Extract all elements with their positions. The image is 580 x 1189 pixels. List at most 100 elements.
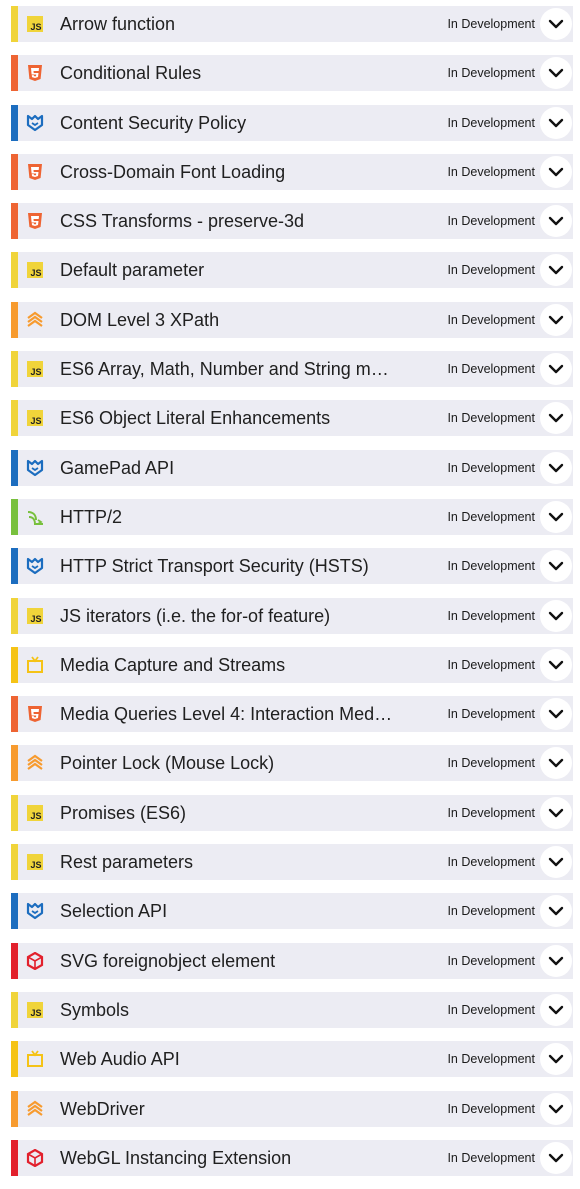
security-icon — [25, 458, 45, 478]
feature-row[interactable]: Conditional Rules In Development — [11, 55, 573, 92]
expand-chevron-icon[interactable] — [540, 895, 572, 928]
feature-row[interactable]: WebGL Instancing Extension In Development — [11, 1139, 573, 1176]
category-stripe — [11, 991, 18, 1028]
category-stripe — [11, 498, 18, 535]
expand-chevron-icon[interactable] — [540, 1043, 572, 1076]
expand-chevron-icon[interactable] — [540, 993, 572, 1026]
status-label: In Development — [447, 1101, 535, 1116]
status-label: In Development — [447, 904, 535, 919]
feature-row[interactable]: JS ES6 Array, Math, Number and String m… I… — [11, 351, 573, 388]
status-label: In Development — [447, 707, 535, 722]
expand-chevron-icon[interactable] — [540, 747, 572, 780]
category-stripe — [11, 153, 18, 190]
svg-text:JS: JS — [30, 1008, 41, 1018]
expand-chevron-icon[interactable] — [540, 57, 572, 90]
feature-row[interactable]: Cross-Domain Font Loading In Development — [11, 153, 573, 190]
feature-name: GamePad API — [60, 457, 175, 478]
expand-chevron-icon[interactable] — [540, 1141, 572, 1174]
expand-chevron-icon[interactable] — [540, 205, 572, 238]
media-icon — [25, 655, 45, 675]
expand-chevron-icon[interactable] — [540, 648, 572, 681]
category-stripe — [11, 449, 18, 486]
feature-row[interactable]: JS Arrow function In Development — [11, 6, 573, 42]
expand-chevron-icon[interactable] — [540, 599, 572, 632]
expand-chevron-icon[interactable] — [540, 1092, 572, 1125]
css3-icon — [25, 211, 45, 231]
feature-name: Default parameter — [60, 260, 205, 281]
feature-row[interactable]: Media Capture and Streams In Development — [11, 646, 573, 683]
feature-row[interactable]: HTTP/2 In Development — [11, 498, 573, 535]
feature-name: HTTP Strict Transport Security (HSTS) — [60, 556, 369, 577]
feature-name: SVG foreignobject element — [60, 950, 276, 971]
feature-row[interactable]: Pointer Lock (Mouse Lock) In Development — [11, 745, 573, 782]
security-icon — [25, 556, 45, 576]
expand-chevron-icon[interactable] — [540, 944, 572, 977]
layers-icon — [25, 1099, 45, 1119]
expand-chevron-icon[interactable] — [540, 303, 572, 336]
js-icon: JS — [25, 803, 45, 823]
feature-name: JS iterators (i.e. the for-of feature) — [60, 605, 331, 626]
expand-chevron-icon[interactable] — [540, 106, 572, 139]
feature-row[interactable]: JS Default parameter In Development — [11, 252, 573, 289]
category-stripe — [11, 400, 18, 437]
expand-chevron-icon[interactable] — [540, 796, 572, 829]
expand-chevron-icon[interactable] — [540, 550, 572, 583]
feature-row[interactable]: HTTP Strict Transport Security (HSTS) In … — [11, 548, 573, 585]
expand-chevron-icon[interactable] — [540, 402, 572, 435]
feature-row[interactable]: Selection API In Development — [11, 893, 573, 930]
feature-name: Promises (ES6) — [60, 802, 187, 823]
feature-name: Content Security Policy — [60, 112, 247, 133]
feature-name: Arrow function — [60, 14, 176, 34]
feature-row[interactable]: JS Promises (ES6) In Development — [11, 794, 573, 831]
feature-row[interactable]: JS Rest parameters In Development — [11, 844, 573, 881]
status-label: In Development — [447, 115, 535, 130]
js-icon: JS — [25, 408, 45, 428]
category-stripe — [11, 301, 18, 338]
status-label: In Development — [447, 1002, 535, 1017]
category-stripe — [11, 1139, 18, 1176]
category-stripe — [11, 942, 18, 979]
css3-icon — [25, 704, 45, 724]
feature-name: Conditional Rules — [60, 63, 202, 84]
security-icon — [25, 901, 45, 921]
expand-chevron-icon[interactable] — [540, 155, 572, 188]
feature-name: WebDriver — [60, 1098, 145, 1119]
feature-name: ES6 Array, Math, Number and String m… — [60, 359, 389, 380]
svg-text:JS: JS — [30, 614, 41, 624]
js-icon: JS — [25, 852, 45, 872]
feature-name: HTTP/2 — [60, 506, 123, 527]
svg-text:JS: JS — [30, 22, 41, 32]
graphics-icon — [25, 951, 45, 971]
expand-chevron-icon[interactable] — [540, 8, 572, 40]
feature-row[interactable]: WebDriver In Development — [11, 1090, 573, 1127]
css3-icon — [25, 63, 45, 83]
status-label: In Development — [447, 214, 535, 229]
feature-row[interactable]: JS ES6 Object Literal Enhancements In Deve… — [11, 400, 573, 437]
feature-row[interactable]: GamePad API In Development — [11, 449, 573, 486]
feature-name: Symbols — [60, 999, 130, 1020]
expand-chevron-icon[interactable] — [540, 698, 572, 731]
feature-row[interactable]: JS Symbols In Development — [11, 991, 573, 1028]
expand-chevron-icon[interactable] — [540, 254, 572, 287]
status-label: In Development — [447, 559, 535, 574]
svg-text:JS: JS — [30, 860, 41, 870]
category-stripe — [11, 351, 18, 388]
feature-row[interactable]: JS JS iterators (i.e. the for-of feature)… — [11, 597, 573, 634]
feature-row[interactable]: Web Audio API In Development — [11, 1041, 573, 1078]
category-stripe — [11, 794, 18, 831]
category-stripe — [11, 1041, 18, 1078]
feature-row[interactable]: CSS Transforms - preserve-3d In Developme… — [11, 203, 573, 240]
feature-row[interactable]: Media Queries Level 4: Interaction Med… I… — [11, 696, 573, 733]
feature-row[interactable]: Content Security Policy In Development — [11, 104, 573, 141]
feature-row[interactable]: DOM Level 3 XPath In Development — [11, 301, 573, 338]
expand-chevron-icon[interactable] — [540, 451, 572, 484]
expand-chevron-icon[interactable] — [540, 846, 572, 879]
status-label: In Development — [447, 657, 535, 672]
feature-row[interactable]: SVG foreignobject element In Development — [11, 942, 573, 979]
expand-chevron-icon[interactable] — [540, 353, 572, 386]
category-stripe — [11, 893, 18, 930]
status-label: In Development — [447, 805, 535, 820]
status-label: In Development — [447, 1052, 535, 1067]
js-icon: JS — [25, 260, 45, 280]
expand-chevron-icon[interactable] — [540, 500, 572, 533]
